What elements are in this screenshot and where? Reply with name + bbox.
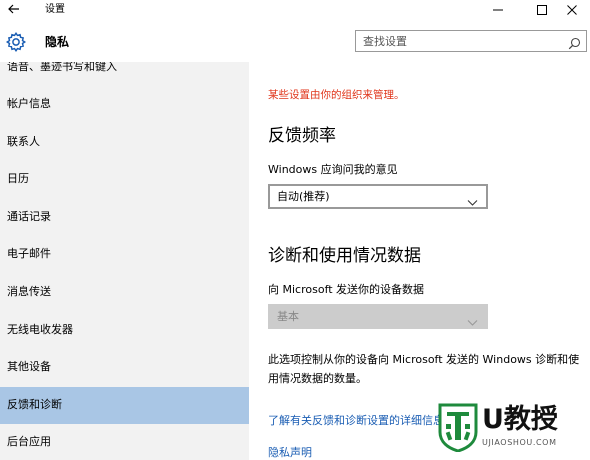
sidebar-item-label: 反馈和诊断: [7, 398, 62, 411]
sidebar-item-speech-inking[interactable]: 语音、墨迹书写和键入: [0, 62, 249, 86]
sidebar-item-call-history[interactable]: 通话记录: [0, 199, 249, 236]
sidebar-item-radios[interactable]: 无线电收发器: [0, 312, 249, 349]
shield-logo-icon: [438, 402, 478, 453]
diagnostics-label: 向 Microsoft 发送你的设备数据: [268, 283, 425, 296]
sidebar-item-label: 电子邮件: [7, 247, 51, 260]
watermark-domain: UJIAOSHOU.COM: [482, 438, 557, 447]
diagnostics-heading: 诊断和使用情况数据: [268, 246, 421, 266]
page-title: 隐私: [45, 35, 70, 49]
watermark-logo: U教授 UJIAOSHOU.COM: [438, 402, 586, 456]
close-button[interactable]: [552, 0, 590, 20]
watermark-brand: U教授: [482, 404, 558, 435]
search-icon[interactable]: [568, 35, 581, 50]
sidebar-item-label: 帐户信息: [7, 97, 51, 110]
org-managed-notice: 某些设置由你的组织来管理。: [268, 89, 405, 101]
title-bar: 设置: [0, 0, 590, 20]
sidebar-item-label: 其他设备: [7, 360, 51, 373]
main-content: 某些设置由你的组织来管理。 反馈频率 Windows 应询问我的意见 自动(推荐…: [249, 62, 590, 460]
sidebar-item-messaging[interactable]: 消息传送: [0, 274, 249, 311]
sidebar-item-email[interactable]: 电子邮件: [0, 236, 249, 273]
feedback-frequency-heading: 反馈频率: [268, 126, 336, 146]
search-input[interactable]: [363, 34, 563, 48]
feedback-frequency-dropdown[interactable]: 自动(推荐): [268, 184, 488, 209]
search-box[interactable]: [355, 30, 587, 52]
sidebar-item-label: 通话记录: [7, 210, 51, 223]
sidebar-item-label: 语音、墨迹书写和键入: [7, 62, 117, 73]
sidebar-item-label: 无线电收发器: [7, 323, 73, 336]
sidebar-item-other-devices[interactable]: 其他设备: [0, 349, 249, 386]
sidebar-item-feedback-diagnostics[interactable]: 反馈和诊断: [0, 387, 249, 424]
feedback-frequency-value: 自动(推荐): [277, 190, 330, 203]
diagnostics-description: 此选项控制从你的设备向 Microsoft 发送的 Windows 诊断和使用情…: [268, 353, 580, 385]
chevron-down-icon: [467, 192, 478, 206]
sidebar-item-label: 后台应用: [7, 435, 51, 448]
page-header: 隐私: [0, 20, 590, 62]
sidebar-item-label: 消息传送: [7, 285, 51, 298]
learn-more-link[interactable]: 了解有关反馈和诊断设置的详细信息: [268, 413, 444, 428]
sidebar-item-label: 联系人: [7, 135, 40, 148]
chevron-down-icon: [467, 312, 478, 326]
diagnostics-dropdown: 基本: [268, 304, 488, 329]
sidebar-item-background-apps[interactable]: 后台应用: [0, 424, 249, 460]
back-arrow-icon[interactable]: [6, 1, 22, 17]
diagnostics-value: 基本: [277, 310, 299, 323]
sidebar-item-label: 日历: [7, 172, 29, 185]
sidebar-item-account-info[interactable]: 帐户信息: [0, 86, 249, 123]
sidebar-item-contacts[interactable]: 联系人: [0, 124, 249, 161]
privacy-statement-link[interactable]: 隐私声明: [268, 445, 312, 460]
feedback-frequency-label: Windows 应询问我的意见: [268, 163, 398, 176]
sidebar: 语音、墨迹书写和键入 帐户信息 联系人 日历 通话记录 电子邮件 消息传送 无线…: [0, 62, 249, 460]
minimize-button[interactable]: [478, 0, 518, 20]
window-title: 设置: [45, 4, 65, 15]
sidebar-item-calendar[interactable]: 日历: [0, 161, 249, 198]
gear-icon: [5, 31, 27, 53]
